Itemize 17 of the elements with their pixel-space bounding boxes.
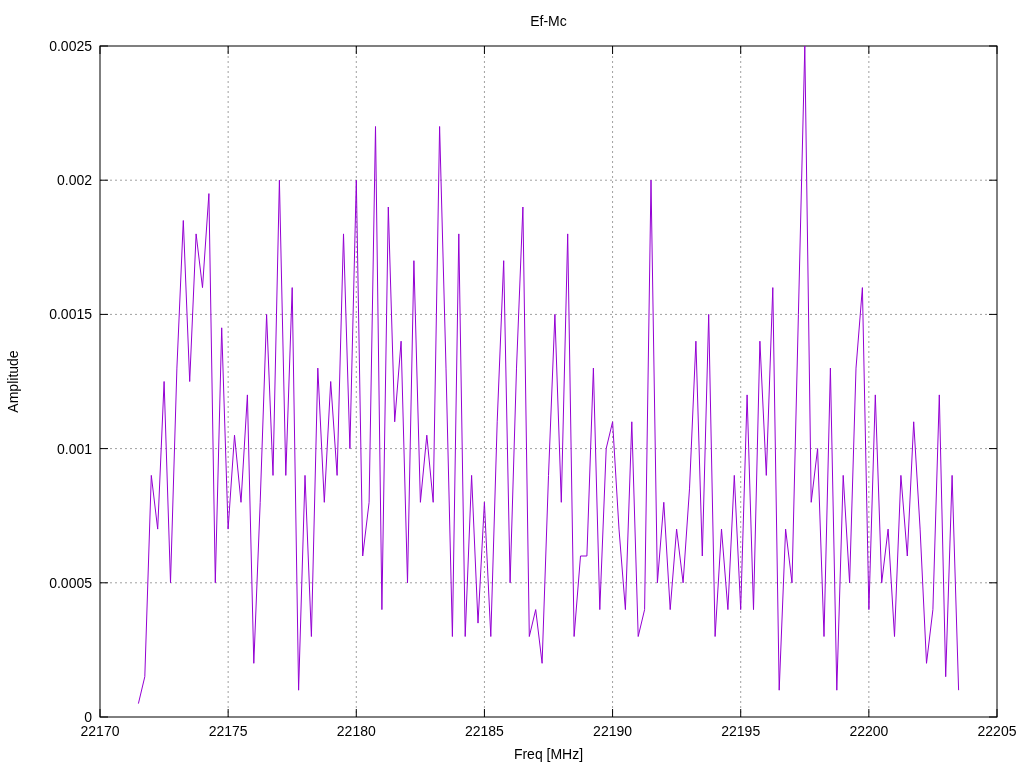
y-axis-label: Amplitude — [5, 350, 21, 413]
y-tick-label: 0 — [84, 709, 92, 725]
x-tick-label: 22185 — [464, 723, 504, 739]
y-tick-label: 0.0025 — [49, 38, 92, 54]
x-tick-label: 22200 — [849, 723, 889, 739]
x-tick-label: 22190 — [593, 723, 633, 739]
x-tick-label: 22170 — [80, 723, 120, 739]
x-tick-label: 22175 — [208, 723, 248, 739]
y-tick-label: 0.001 — [56, 440, 92, 457]
y-tick-label: 0.002 — [56, 172, 92, 189]
x-tick-label: 22195 — [721, 723, 761, 739]
y-tick-label: 0.0005 — [49, 574, 92, 591]
x-tick-label: 22180 — [336, 723, 376, 739]
chart-title: Ef-Mc — [530, 13, 567, 29]
y-tick-label: 0.0015 — [49, 306, 92, 323]
x-axis-label: Freq [MHz] — [513, 746, 584, 762]
x-tick-label: 22205 — [977, 723, 1017, 739]
